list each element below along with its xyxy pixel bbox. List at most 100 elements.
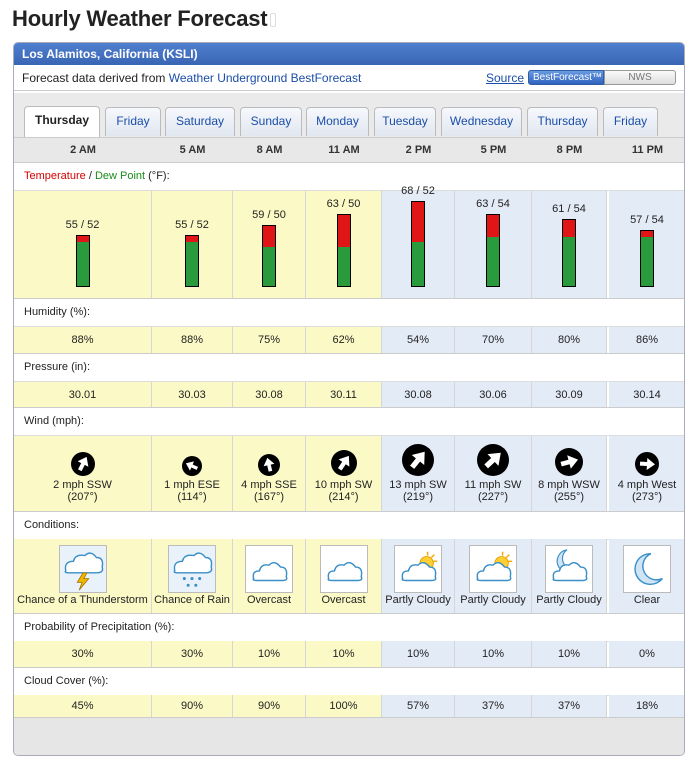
partly-cloudy-icon (469, 545, 517, 593)
wind-speed: 11 mph SW (464, 479, 522, 491)
precip-cell-value: 10% (557, 648, 581, 660)
wind-cell: 1 mph ESE (114°) (152, 436, 233, 511)
wind-label: Wind (mph): (14, 408, 684, 436)
precip-cell: 30% (152, 641, 233, 667)
temperature-cell: 55 / 52 (14, 191, 152, 298)
precip-cell-value: 10% (481, 648, 505, 660)
condition-cell: Partly Cloudy (532, 539, 607, 613)
humidity-cell-value: 86% (635, 334, 659, 346)
humidity-cell-value: 62% (332, 334, 355, 346)
cloud-cover-cell: 57% (382, 695, 455, 717)
wind-direction: (227°) (477, 491, 509, 503)
pressure-cell: 30.11 (306, 382, 382, 407)
wind-direction: (114°) (177, 491, 207, 503)
temperature-value: 55 / 52 (65, 219, 100, 231)
temperature-value: 59 / 50 (252, 208, 286, 221)
temperature-bar (411, 201, 425, 287)
temperature-cell: 68 / 52 (382, 185, 455, 298)
temperature-bar (185, 235, 199, 287)
wind-text: 1 mph ESE (114°) (152, 479, 232, 503)
precip-cell-value: 0% (639, 648, 655, 660)
humidity-cell: 70% (455, 327, 532, 353)
source-link[interactable]: Weather Underground BestForecast (169, 71, 362, 85)
tab-thursday-0[interactable]: Thursday (24, 106, 100, 137)
page-title: Hourly Weather Forecast (12, 6, 277, 32)
tab-thursday-7[interactable]: Thursday (527, 107, 598, 136)
temperature-value: 68 / 52 (401, 185, 435, 198)
nws-button[interactable]: NWS (604, 70, 676, 85)
humidity-cell-value: 88% (180, 334, 204, 346)
precip-label: Probability of Precipitation (%): (14, 614, 684, 642)
dew-point-segment (337, 246, 350, 286)
condition-cell: Clear (609, 539, 684, 613)
pressure-cell-value: 30.03 (178, 388, 206, 401)
condition-cell: Partly Cloudy (455, 539, 532, 613)
pressure-cell-value: 30.11 (330, 388, 357, 401)
temperature-segment (337, 215, 350, 249)
condition-cell: Chance of Rain (152, 539, 233, 613)
cloud-cover-cell-value: 18% (635, 700, 659, 712)
condition-text: Partly Cloudy (385, 594, 451, 606)
pressure-cell: 30.06 (455, 382, 532, 407)
pressure-cell: 30.03 (152, 382, 233, 407)
cloud-cover-cell-value: 90% (257, 700, 281, 712)
cloud-cover-cell: 100% (306, 695, 382, 717)
condition-cell: Partly Cloudy (382, 539, 455, 613)
dew-point-label: Dew Point (94, 170, 146, 182)
temperature-value: 63 / 50 (326, 198, 361, 211)
wind-direction: (207°) (67, 491, 98, 503)
source-label[interactable]: Source (486, 71, 524, 85)
tab-saturday-2[interactable]: Saturday (165, 107, 235, 136)
tab-friday-8[interactable]: Friday (603, 107, 658, 136)
humidity-cell-value: 54% (406, 334, 430, 346)
condition-text: Partly Cloudy (536, 594, 602, 606)
tab-sunday-3[interactable]: Sunday (240, 107, 302, 136)
wind-speed: 13 mph SW (389, 479, 447, 491)
hour-header: 2 AM (70, 144, 96, 156)
temperature-segment (487, 215, 499, 239)
tab-friday-1[interactable]: Friday (105, 107, 161, 136)
dew-point-segment (487, 236, 499, 286)
bookmark-icon[interactable] (270, 13, 277, 28)
dew-point-segment (641, 236, 653, 286)
clear-night-icon (623, 545, 671, 593)
condition-text: Overcast (321, 594, 366, 606)
condition-cell: Chance of a Thunderstorm (14, 539, 152, 613)
wind-speed: 1 mph ESE (164, 479, 220, 491)
humidity-cell: 86% (609, 327, 684, 353)
wind-text: 8 mph WSW (255°) (532, 479, 606, 503)
page-title-text: Hourly Weather Forecast (12, 6, 268, 31)
source-prefix: Forecast data derived from (22, 71, 169, 85)
condition-text: Chance of a Thunderstorm (17, 594, 148, 606)
humidity-cell: 88% (14, 327, 152, 353)
condition-text: Clear (633, 594, 661, 606)
wind-direction: (273°) (631, 491, 663, 503)
precip-cell: 30% (14, 641, 152, 667)
pressure-cell-value: 30.01 (68, 388, 97, 401)
hour-header: 8 AM (256, 144, 283, 156)
pressure-row: 30.01 30.03 30.08 30.11 30.08 30.06 30.09 30.14 (14, 382, 684, 408)
wind-direction: (219°) (402, 491, 434, 503)
temperature-value: 55 / 52 (175, 219, 209, 231)
wind-cell: 4 mph West (273°) (609, 436, 684, 511)
wind-arrow-icon (182, 456, 202, 476)
tab-wednesday-6[interactable]: Wednesday (441, 107, 522, 136)
temperature-label: Temperature (24, 170, 86, 182)
humidity-cell: 62% (306, 327, 382, 353)
humidity-label: Humidity (%): (14, 299, 684, 327)
tab-tuesday-5[interactable]: Tuesday (374, 107, 436, 136)
precip-cell: 10% (382, 641, 455, 667)
tab-monday-4[interactable]: Monday (306, 107, 369, 136)
wind-cell: 13 mph SW (219°) (382, 436, 455, 511)
humidity-cell: 75% (233, 327, 306, 353)
bestforecast-button[interactable]: BestForecast™ (528, 70, 604, 85)
dew-point-segment (412, 241, 424, 286)
hour-header: 11 PM (631, 144, 664, 156)
humidity-row: 88% 88% 75% 62% 54% 70% 80% 86% (14, 327, 684, 354)
cloud-cover-cell: 37% (455, 695, 532, 717)
wind-arrow-icon (555, 448, 583, 476)
hour-header: 8 PM (556, 144, 583, 156)
wind-arrow-icon (635, 452, 659, 476)
wind-text: 4 mph SSE (167°) (233, 479, 305, 503)
cloud-cover-cell: 37% (532, 695, 607, 717)
